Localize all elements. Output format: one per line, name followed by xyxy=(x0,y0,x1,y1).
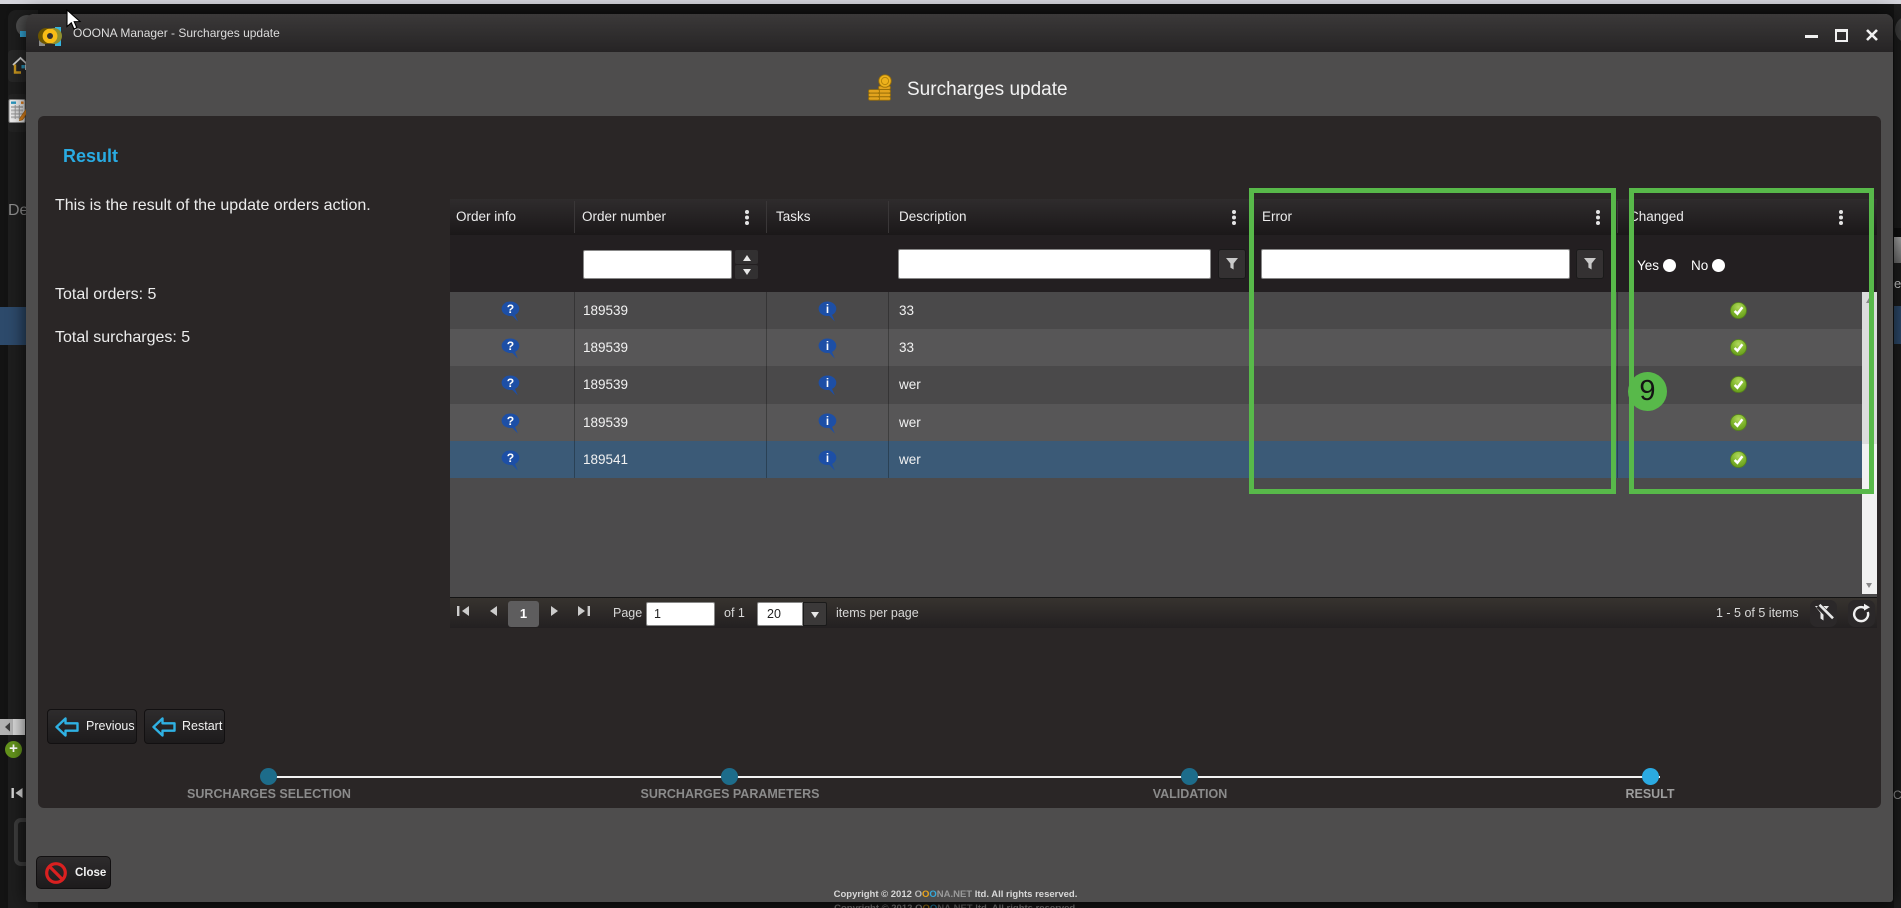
svg-text:?: ? xyxy=(507,414,514,428)
svg-text:?: ? xyxy=(507,302,514,316)
svg-text:i: i xyxy=(826,340,829,353)
svg-text:?: ? xyxy=(507,451,514,465)
svg-text:i: i xyxy=(826,303,829,316)
svg-text:?: ? xyxy=(507,376,514,390)
svg-text:i: i xyxy=(826,415,829,428)
svg-text:i: i xyxy=(826,377,829,390)
svg-text:?: ? xyxy=(507,339,514,353)
svg-text:i: i xyxy=(826,452,829,465)
